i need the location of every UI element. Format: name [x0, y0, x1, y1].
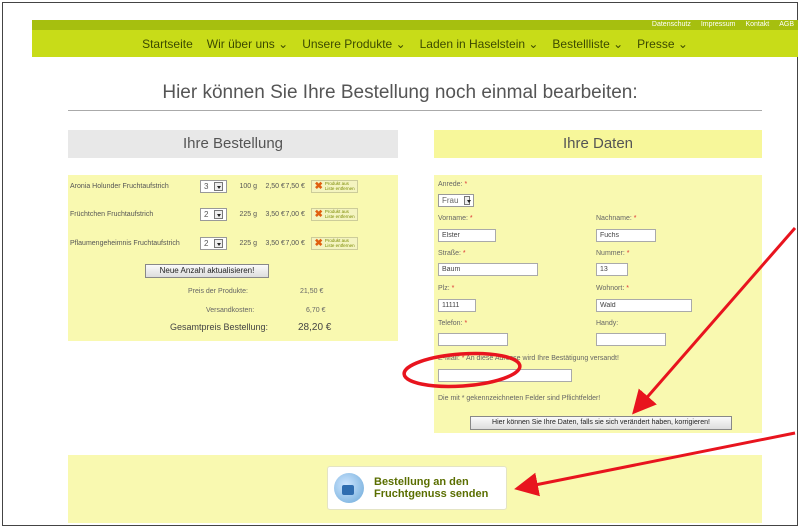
required-note: Die mit * gekennzeichneten Felder sind P…	[438, 395, 601, 402]
order-panel: Aronia Holunder Fruchtaufstrich 3 100 g …	[68, 175, 398, 341]
lastname-field[interactable]	[596, 229, 656, 242]
products-price-label: Preis der Produkte:	[188, 288, 248, 295]
product-price: 2,50 €	[265, 182, 285, 190]
number-label: Nummer: *	[596, 250, 630, 257]
number-field[interactable]	[596, 263, 628, 276]
shipping-label: Versandkosten:	[206, 307, 255, 314]
product-weight: 225 g	[239, 210, 257, 218]
update-quantity-button[interactable]: Neue Anzahl aktualisieren!	[145, 264, 269, 278]
link-datenschutz[interactable]: Datenschutz	[652, 20, 691, 30]
product-total: 7,00 €	[285, 210, 305, 218]
firstname-label: Vorname: *	[438, 215, 473, 222]
customer-data-panel: Anrede: * Frau Vorname: * Nachname: * St…	[434, 175, 762, 433]
close-icon: ✖	[314, 208, 323, 220]
order-row: Früchtchen Fruchtaufstrich 2 225 g 3,50 …	[70, 207, 396, 221]
order-title: Ihre Bestellung	[68, 130, 398, 158]
city-field[interactable]	[596, 299, 692, 312]
order-row: Pflaumengeheimnis Fruchtaufstrich 2 225 …	[70, 236, 396, 250]
chevron-down-icon	[464, 196, 471, 205]
street-label: Straße: *	[438, 250, 466, 257]
product-name: Früchtchen Fruchtaufstrich	[70, 210, 154, 218]
link-agb[interactable]: AGB	[779, 20, 794, 30]
salutation-label: Anrede: *	[438, 181, 468, 188]
chevron-down-icon	[214, 238, 224, 248]
link-impressum[interactable]: Impressum	[701, 20, 736, 30]
product-name: Pflaumengeheimnis Fruchtaufstrich	[70, 239, 180, 247]
product-total: 7,50 €	[285, 182, 305, 190]
order-row: Aronia Holunder Fruchtaufstrich 3 100 g …	[70, 179, 396, 193]
remove-product-button[interactable]: ✖ Produkt aus Liste entfernen	[311, 236, 358, 250]
street-field[interactable]	[438, 263, 538, 276]
total-value: 28,20 €	[298, 322, 332, 333]
email-label: E-Mail: * An diese Adresse wird Ihre Bes…	[438, 355, 619, 362]
send-order-label: Bestellung an den Fruchtgenuss senden	[374, 476, 489, 500]
data-title: Ihre Daten	[434, 130, 762, 158]
close-icon: ✖	[314, 237, 323, 249]
nav-unsere-produkte[interactable]: Unsere Produkte ⌄	[302, 37, 405, 51]
mobile-field[interactable]	[596, 333, 666, 346]
firstname-field[interactable]	[438, 229, 496, 242]
nav-wir-ueber-uns[interactable]: Wir über uns ⌄	[207, 37, 288, 51]
email-field[interactable]	[438, 369, 572, 382]
send-icon	[334, 473, 364, 503]
product-price: 3,50 €	[265, 210, 285, 218]
top-bar: Datenschutz Impressum Kontakt AGB	[32, 20, 798, 30]
send-order-button[interactable]: Bestellung an den Fruchtgenuss senden	[327, 466, 507, 510]
products-price-value: 21,50 €	[300, 288, 324, 295]
product-name: Aronia Holunder Fruchtaufstrich	[70, 182, 169, 190]
link-kontakt[interactable]: Kontakt	[745, 20, 769, 30]
city-label: Wohnort: *	[596, 285, 629, 292]
close-icon: ✖	[314, 180, 323, 192]
product-weight: 225 g	[239, 239, 257, 247]
nav-laden[interactable]: Laden in Haselstein ⌄	[420, 37, 539, 51]
zip-label: Plz: *	[438, 285, 455, 292]
nav-startseite[interactable]: Startseite	[142, 37, 193, 51]
salutation-select[interactable]: Frau	[438, 194, 474, 207]
quantity-select[interactable]: 2	[200, 207, 228, 221]
total-label: Gesamtpreis Bestellung:	[170, 322, 269, 332]
remove-product-button[interactable]: ✖ Produkt aus Liste entfernen	[311, 179, 358, 193]
page-title: Hier können Sie Ihre Bestellung noch ein…	[162, 82, 638, 103]
quantity-select[interactable]: 3	[200, 179, 228, 193]
divider	[68, 110, 762, 111]
chevron-down-icon	[214, 209, 224, 219]
product-weight: 100 g	[239, 182, 257, 190]
main-nav: Startseite Wir über uns ⌄ Unsere Produkt…	[32, 30, 798, 57]
correct-data-button[interactable]: Hier können Sie Ihre Daten, falls sie si…	[470, 416, 732, 430]
product-price: 3,50 €	[265, 239, 285, 247]
mobile-label: Handy:	[596, 320, 619, 327]
remove-product-button[interactable]: ✖ Produkt aus Liste entfernen	[311, 207, 358, 221]
phone-field[interactable]	[438, 333, 508, 346]
nav-bestellliste[interactable]: Bestellliste ⌄	[552, 37, 623, 51]
chevron-down-icon	[214, 181, 224, 191]
product-total: 7,00 €	[285, 239, 305, 247]
nav-presse[interactable]: Presse ⌄	[637, 37, 688, 51]
zip-field[interactable]	[438, 299, 476, 312]
phone-label: Telefon: *	[438, 320, 468, 327]
quantity-select[interactable]: 2	[200, 236, 228, 250]
shipping-value: 6,70 €	[306, 307, 326, 314]
lastname-label: Nachname: *	[596, 215, 637, 222]
